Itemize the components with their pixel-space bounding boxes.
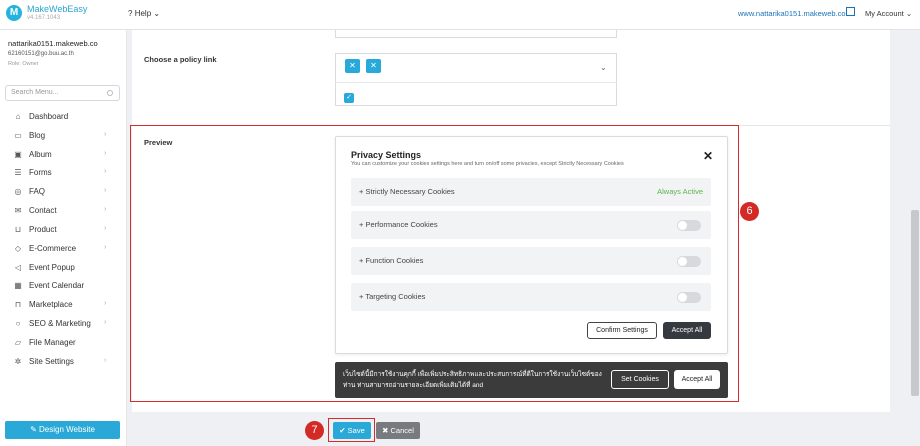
sidebar-item-product[interactable]: ⊔ Product › [12, 225, 112, 234]
policy-checkbox[interactable]: ✓ [344, 93, 354, 103]
site-link[interactable]: www.nattarika0151.makeweb.co [738, 9, 846, 18]
chevron-down-icon: ⌄ [905, 9, 913, 18]
sidebar-item-file-manager[interactable]: ▱ File Manager [12, 338, 112, 347]
sidebar-item-contact[interactable]: ✉ Contact › [12, 206, 112, 215]
search-menu-input[interactable]: Search Menu... [5, 85, 120, 101]
external-link-icon[interactable] [846, 7, 855, 16]
step-badge-7: 7 [305, 421, 324, 440]
sidebar-item-event-calendar[interactable]: ▦ Event Calendar [12, 281, 112, 290]
remove-tag-button[interactable]: ✕ [366, 59, 381, 73]
makeweb-logo-icon[interactable]: M [6, 5, 22, 21]
policy-link-label: Choose a policy link [144, 55, 217, 64]
pencil-icon: ✎ [30, 425, 37, 434]
chevron-right-icon: › [104, 357, 107, 364]
account-menu[interactable]: My Account ⌄ [865, 9, 912, 18]
file-icon: ▭ [14, 131, 22, 140]
previous-field-box [335, 30, 617, 38]
gear-icon: ✲ [14, 357, 22, 366]
help-icon: ? [128, 9, 133, 18]
divider [335, 82, 617, 83]
sidebar-item-label: Album [29, 150, 52, 159]
chevron-right-icon: › [104, 187, 107, 194]
list-icon: ☰ [14, 168, 22, 177]
sidebar-item-site-settings[interactable]: ✲ Site Settings › [12, 357, 112, 366]
sidebar-item-label: Marketplace [29, 300, 73, 309]
remove-tag-button[interactable]: ✕ [345, 59, 360, 73]
chevron-right-icon: › [104, 150, 107, 157]
help-label: Help [134, 9, 152, 18]
sidebar-item-marketplace[interactable]: ⊓ Marketplace › [12, 300, 112, 309]
annotation-highlight-6 [130, 125, 739, 402]
chevron-right-icon: › [104, 300, 107, 307]
app-version: v4.167.1043 [27, 15, 61, 21]
sidebar-item-label: Dashboard [29, 112, 69, 121]
calendar-icon: ▦ [14, 281, 22, 290]
cancel-label: Cancel [390, 426, 414, 435]
chevron-right-icon: › [104, 168, 107, 175]
account-label: My Account [865, 9, 904, 18]
sidebar-item-seo-marketing[interactable]: ○ SEO & Marketing › [12, 319, 112, 328]
design-website-button[interactable]: ✎ Design Website [5, 421, 120, 439]
sidebar-item-dashboard[interactable]: ⌂ Dashboard [12, 112, 112, 121]
tag-icon: ◇ [14, 244, 22, 253]
sidebar-item-label: Forms [29, 168, 52, 177]
bag-icon: ⊓ [14, 300, 22, 309]
chevron-right-icon: › [104, 206, 107, 213]
save-label: Save [347, 426, 365, 435]
scrollbar-thumb[interactable] [911, 210, 919, 396]
folder-icon: ▱ [14, 338, 22, 347]
chevron-right-icon: › [104, 244, 107, 251]
cart-icon: ⊔ [14, 225, 22, 234]
sidebar-item-faq[interactable]: ◎ FAQ › [12, 187, 112, 196]
close-icon: ✖ [382, 426, 389, 435]
search-icon: ○ [15, 319, 21, 328]
top-bar: M MakeWebEasy v4.167.1043 ? Help ⌄ www.n… [0, 0, 920, 30]
brand-name: MakeWebEasy [27, 4, 88, 14]
sidebar-item-label: SEO & Marketing [29, 319, 91, 328]
sidebar-item-ecommerce[interactable]: ◇ E-Commerce › [12, 244, 112, 253]
chevron-right-icon: › [104, 319, 107, 326]
sidebar-item-blog[interactable]: ▭ Blog › [12, 131, 112, 140]
image-icon: ▣ [14, 150, 22, 159]
save-button[interactable]: ✔ Save [333, 422, 371, 439]
search-icon [107, 90, 113, 96]
sidebar-item-label: Blog [29, 131, 46, 140]
help-menu[interactable]: ? Help ⌄ [128, 9, 160, 18]
chevron-down-icon[interactable]: ⌄ [600, 63, 607, 72]
search-placeholder: Search Menu... [11, 89, 59, 96]
sidebar-item-label: Product [29, 225, 57, 234]
sidebar-item-event-popup[interactable]: ◁ Event Popup [12, 263, 112, 272]
user-email: 62160151@go.buu.ac.th [8, 51, 74, 57]
sidebar-item-label: Contact [29, 206, 57, 215]
home-icon: ⌂ [15, 112, 21, 121]
sidebar-item-label: Event Calendar [29, 281, 85, 290]
design-website-label: Design Website [39, 425, 95, 434]
chevron-right-icon: › [104, 131, 107, 138]
mail-icon: ✉ [14, 206, 22, 215]
sidebar-item-label: E-Commerce [29, 244, 77, 253]
cancel-button[interactable]: ✖ Cancel [376, 422, 420, 439]
sidebar-item-label: Event Popup [29, 263, 75, 272]
sidebar-item-forms[interactable]: ☰ Forms › [12, 168, 112, 177]
chat-icon: ◎ [14, 187, 22, 196]
sidebar-item-album[interactable]: ▣ Album › [12, 150, 112, 159]
chevron-down-icon: ⌄ [153, 9, 161, 18]
sidebar-item-label: File Manager [29, 338, 76, 347]
sidebar: nattarika0151.makeweb.co 62160151@go.buu… [0, 30, 127, 446]
check-icon: ✔ [339, 426, 346, 435]
sidebar-item-label: FAQ [29, 187, 46, 196]
chevron-right-icon: › [104, 225, 107, 232]
sidebar-item-label: Site Settings [29, 357, 74, 366]
user-name: nattarika0151.makeweb.co [8, 39, 98, 48]
user-role: Role: Owner [8, 61, 39, 67]
step-badge-6: 6 [740, 202, 759, 221]
megaphone-icon: ◁ [14, 263, 22, 272]
